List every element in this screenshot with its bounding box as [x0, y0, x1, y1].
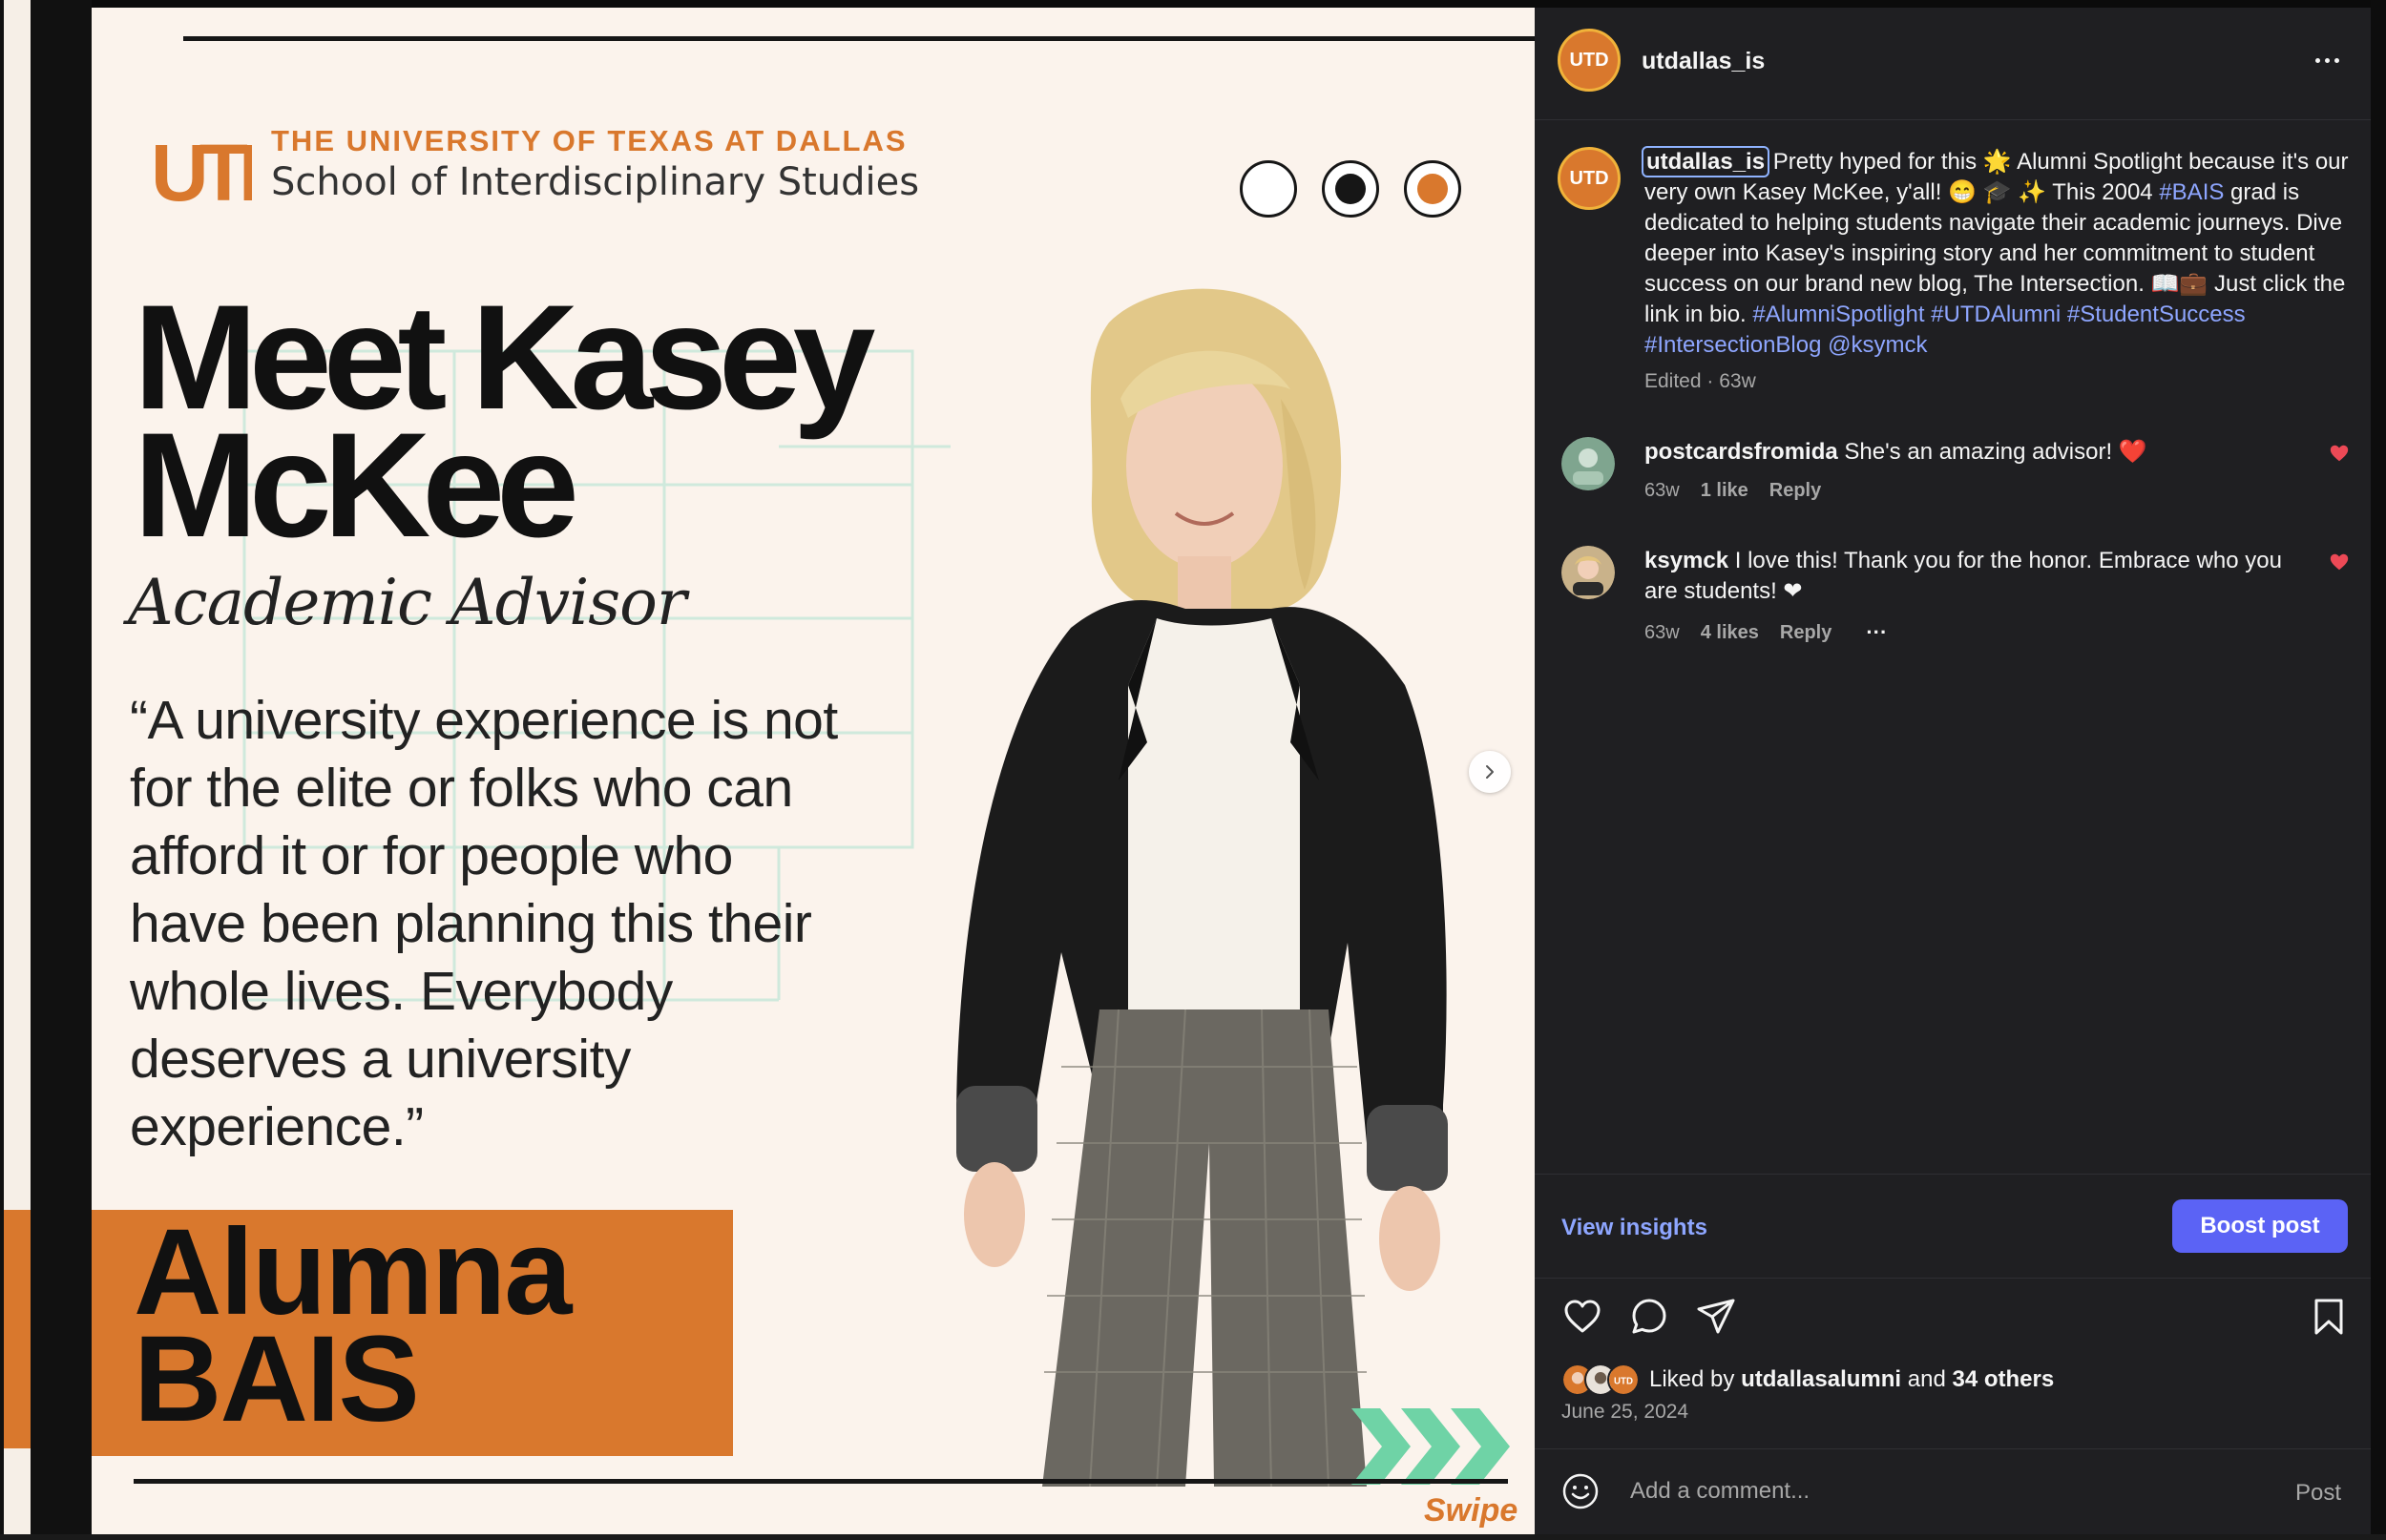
badge-line-2: BAIS — [134, 1311, 420, 1447]
caption: utdallas_is Pretty hyped for this 🌟 Alum… — [1641, 146, 2351, 361]
previous-post-orange-block — [4, 1210, 31, 1448]
comment-likes[interactable]: 4 likes — [1701, 622, 1759, 644]
reply-button[interactable]: Reply — [1769, 480, 1821, 502]
avatar-logo: UTD — [1569, 49, 1609, 71]
liked-others[interactable]: 34 others — [1953, 1366, 2055, 1392]
utd-logo: UTD — [151, 128, 252, 218]
caption-avatar[interactable]: UTD — [1558, 147, 1621, 210]
comment-meta: 63w 4 likes Reply ··· — [1644, 620, 1887, 645]
school-name: School of Interdisciplinary Studies — [271, 160, 920, 204]
hashtag-bais[interactable]: #BAIS — [2159, 179, 2224, 205]
heart-icon[interactable] — [2329, 443, 2350, 464]
svg-text:UTD: UTD — [151, 128, 252, 218]
caption-username[interactable]: utdallas_is — [1641, 146, 1770, 177]
window-bottom-edge — [0, 1534, 2386, 1540]
post-header: UTD utdallas_is — [1535, 8, 2371, 120]
bookmark-icon[interactable] — [2308, 1296, 2350, 1338]
comment-more-button[interactable]: ··· — [1866, 620, 1887, 645]
bottom-rule — [134, 1479, 1508, 1484]
role-title: Academic Advisor — [128, 566, 686, 639]
caption-avatar-logo: UTD — [1569, 167, 1609, 189]
liked-user[interactable]: utdallasalumni — [1741, 1366, 1901, 1392]
portrait-photo — [956, 288, 1448, 1487]
comment-body: I love this! Thank you for the honor. Em… — [1644, 548, 2282, 604]
swipe-label: Swipe — [1424, 1492, 1518, 1529]
university-name: THE UNIVERSITY OF TEXAS AT DALLAS — [271, 124, 908, 157]
comment-meta: 63w 1 like Reply — [1644, 480, 1821, 502]
heart-icon[interactable] — [1561, 1296, 1603, 1338]
post-comment-button[interactable]: Post — [2295, 1480, 2341, 1507]
window-right-edge — [2371, 0, 2386, 1540]
liked-and: and — [1907, 1366, 1946, 1392]
headline: Meet Kasey McKee — [134, 283, 993, 569]
insights-bar: View insights Boost post — [1535, 1174, 2371, 1279]
liker-avatar[interactable]: UTD — [1607, 1363, 1640, 1396]
dot-white — [1240, 160, 1297, 218]
comment-username[interactable]: ksymck — [1644, 548, 1728, 573]
comment-age: 63w — [1644, 621, 1680, 643]
view-insights-link[interactable]: View insights — [1561, 1215, 1707, 1241]
liked-prefix: Liked by — [1649, 1366, 1735, 1392]
comment-likes[interactable]: 1 like — [1701, 480, 1748, 502]
quote: “A university experience is not for the … — [130, 690, 838, 1157]
dot-black — [1322, 160, 1379, 218]
more-horizontal-icon[interactable] — [2306, 46, 2348, 74]
swipe-arrows-graphic — [1351, 1408, 1510, 1485]
add-comment-bar: Post — [1535, 1448, 2371, 1534]
dot-orange — [1404, 160, 1461, 218]
profile-avatar[interactable]: UTD — [1558, 29, 1621, 92]
svg-text:UTD: UTD — [1614, 1376, 1633, 1386]
carousel-dots-graphic — [1240, 160, 1461, 218]
chevron-right-icon — [1486, 765, 1494, 779]
boost-post-button[interactable]: Boost post — [2172, 1199, 2348, 1253]
comment-input[interactable] — [1630, 1468, 2222, 1514]
post-sidebar: UTD utdallas_is UTD utdallas_is Pretty h… — [1535, 8, 2371, 1534]
post-image[interactable]: UTD THE UNIVERSITY OF TEXAS AT DALLAS Sc… — [92, 8, 1535, 1534]
comment-text: ksymck I love this! Thank you for the ho… — [1644, 546, 2293, 607]
post-actions — [1535, 1296, 2371, 1353]
commenter-avatar[interactable] — [1561, 437, 1615, 490]
liked-by-text: Liked by utdallasalumni and 34 others — [1649, 1366, 2054, 1393]
carousel-next-button[interactable] — [1469, 751, 1511, 793]
comment-text: postcardsfromida She's an amazing adviso… — [1644, 437, 2293, 468]
headline-line-2: McKee — [134, 403, 579, 569]
caption-meta: Edited · 63w — [1644, 370, 1756, 392]
previous-post-sliver — [4, 0, 31, 1540]
previous-post-edge — [0, 0, 92, 1540]
comment-icon[interactable] — [1628, 1296, 1670, 1338]
comment-age: 63w — [1644, 480, 1680, 501]
reply-button[interactable]: Reply — [1780, 622, 1831, 644]
smiley-icon[interactable] — [1561, 1472, 1600, 1510]
comment-body: She's an amazing advisor! ❤️ — [1844, 439, 2147, 465]
top-rule — [183, 36, 1535, 41]
post-date: June 25, 2024 — [1561, 1401, 1689, 1423]
send-icon[interactable] — [1695, 1296, 1737, 1338]
likes-summary: UTD Liked by utdallasalumni and 34 other… — [1561, 1361, 2054, 1399]
header-username[interactable]: utdallas_is — [1642, 48, 1765, 75]
commenter-avatar[interactable] — [1561, 546, 1615, 599]
alumna-badge: Alumna BAIS — [134, 1212, 572, 1447]
heart-icon[interactable] — [2329, 551, 2350, 572]
comment-username[interactable]: postcardsfromida — [1644, 439, 1838, 465]
